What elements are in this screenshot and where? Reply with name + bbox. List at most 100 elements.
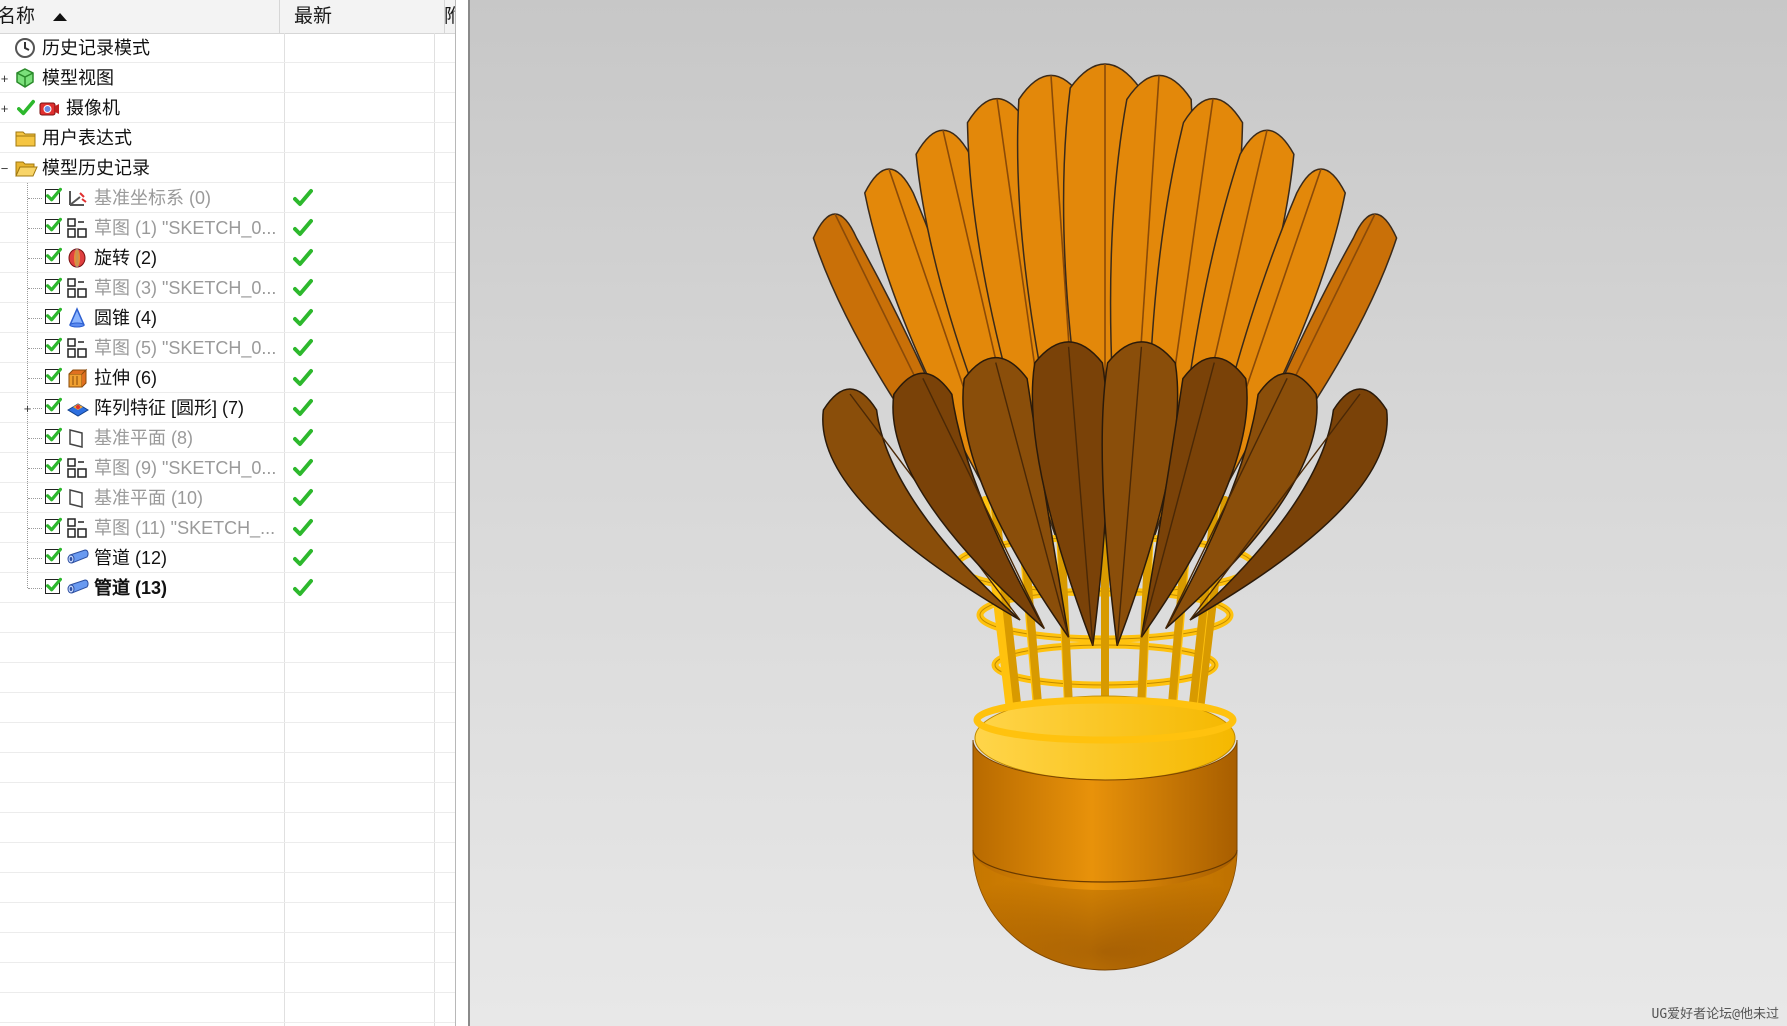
folder-open-icon [14, 157, 38, 179]
feature-visibility-checkbox[interactable] [45, 427, 62, 444]
feature-visibility-checkbox[interactable] [45, 457, 62, 474]
empty-row [0, 993, 455, 1023]
column-separator [284, 393, 285, 422]
up-to-date-check-icon [293, 218, 313, 238]
column-separator [284, 423, 285, 452]
node-label: 旋转 (2) [94, 248, 157, 268]
empty-row [0, 663, 455, 693]
column-separator [434, 483, 435, 512]
collapse-icon[interactable]: − [0, 162, 9, 175]
tree-node-clock[interactable]: 历史记录模式 [0, 33, 455, 63]
node-label: 基准坐标系 (0) [94, 188, 211, 208]
model-views-icon [14, 67, 36, 89]
column-separator [434, 873, 435, 902]
tube-icon [66, 547, 89, 569]
expand-icon[interactable]: + [0, 102, 9, 115]
tree-node-camera[interactable]: + 摄像机 [0, 93, 455, 123]
feature-row[interactable]: 草图 (11) "SKETCH_... [0, 513, 455, 543]
feature-row[interactable]: 草图 (9) "SKETCH_0... [0, 453, 455, 483]
feature-row[interactable]: 圆锥 (4) [0, 303, 455, 333]
feature-visibility-checkbox[interactable] [45, 277, 62, 294]
feature-visibility-checkbox[interactable] [45, 517, 62, 534]
node-label: 模型视图 [42, 68, 114, 88]
column-separator [434, 243, 435, 272]
empty-row [0, 633, 455, 663]
feature-visibility-checkbox[interactable] [45, 187, 62, 204]
column-separator [284, 783, 285, 812]
column-header-latest[interactable]: 最新 [284, 0, 445, 33]
column-separator [284, 603, 285, 632]
feature-visibility-checkbox[interactable] [45, 397, 62, 414]
up-to-date-check-icon [293, 338, 313, 358]
feature-visibility-checkbox[interactable] [45, 577, 62, 594]
tube-icon [66, 577, 89, 599]
column-separator [284, 303, 285, 332]
column-separator [434, 153, 435, 182]
up-to-date-check-icon [293, 578, 313, 598]
column-separator [284, 183, 285, 212]
column-separator [284, 843, 285, 872]
column-header-name[interactable]: 名称 [0, 0, 280, 33]
empty-row [0, 783, 455, 813]
feature-visibility-checkbox[interactable] [45, 217, 62, 234]
node-label: 圆锥 (4) [94, 308, 157, 328]
column-separator [434, 423, 435, 452]
feature-row[interactable]: 管道 (12) [0, 543, 455, 573]
feature-row[interactable]: 拉伸 (6) [0, 363, 455, 393]
feature-visibility-checkbox[interactable] [45, 547, 62, 564]
column-separator [434, 993, 435, 1022]
visible-check-icon[interactable] [17, 99, 35, 122]
column-header-extra[interactable]: 附 [444, 0, 455, 33]
feature-row[interactable]: 基准平面 (8) [0, 423, 455, 453]
expand-icon[interactable]: + [23, 402, 32, 415]
column-separator [284, 243, 285, 272]
feature-row[interactable]: 旋转 (2) [0, 243, 455, 273]
node-label: 基准平面 (10) [94, 488, 204, 508]
tree-connector-line [28, 258, 42, 259]
feature-row[interactable]: 基准平面 (10) [0, 483, 455, 513]
feature-row[interactable]: 基准坐标系 (0) [0, 183, 455, 213]
column-separator [284, 123, 285, 152]
feature-visibility-checkbox[interactable] [45, 247, 62, 264]
tree-connector-line [28, 528, 42, 529]
tree-connector-line [28, 348, 42, 349]
graphics-viewport[interactable]: UG爱好者论坛@他未过 [470, 0, 1787, 1026]
feature-visibility-checkbox[interactable] [45, 337, 62, 354]
feature-visibility-checkbox[interactable] [45, 367, 62, 384]
column-separator [434, 723, 435, 752]
column-separator [284, 993, 285, 1022]
column-separator [284, 633, 285, 662]
feature-row[interactable]: 管道 (13) [0, 573, 455, 603]
tree-node-folder-open[interactable]: − 模型历史记录 [0, 153, 455, 183]
feature-visibility-checkbox[interactable] [45, 487, 62, 504]
tree-connector-line [28, 558, 42, 559]
feature-row[interactable]: 草图 (1) "SKETCH_0... [0, 213, 455, 243]
empty-row [0, 693, 455, 723]
column-separator [284, 573, 285, 602]
sketch-icon [66, 277, 88, 299]
feature-row[interactable]: 草图 (5) "SKETCH_0... [0, 333, 455, 363]
column-separator [434, 963, 435, 992]
column-separator [284, 693, 285, 722]
feature-visibility-checkbox[interactable] [45, 307, 62, 324]
up-to-date-check-icon [293, 368, 313, 388]
feature-row[interactable]: + 阵列特征 [圆形] (7) [0, 393, 455, 423]
sketch-icon [66, 457, 88, 479]
column-separator [434, 603, 435, 632]
tree-node-folder[interactable]: 用户表达式 [0, 123, 455, 153]
sketch-icon [66, 517, 88, 539]
column-separator [284, 453, 285, 482]
column-separator [284, 483, 285, 512]
expand-icon[interactable]: + [0, 72, 9, 85]
datum-csys-icon [66, 187, 88, 209]
up-to-date-check-icon [293, 188, 313, 208]
column-separator [434, 63, 435, 92]
column-separator [434, 273, 435, 302]
node-label: 阵列特征 [圆形] (7) [94, 398, 245, 418]
revolve-icon [66, 247, 88, 269]
feature-row[interactable]: 草图 (3) "SKETCH_0... [0, 273, 455, 303]
shuttlecock-model[interactable] [470, 0, 1787, 1026]
column-separator [284, 63, 285, 92]
column-separator [434, 123, 435, 152]
tree-node-model-views[interactable]: + 模型视图 [0, 63, 455, 93]
